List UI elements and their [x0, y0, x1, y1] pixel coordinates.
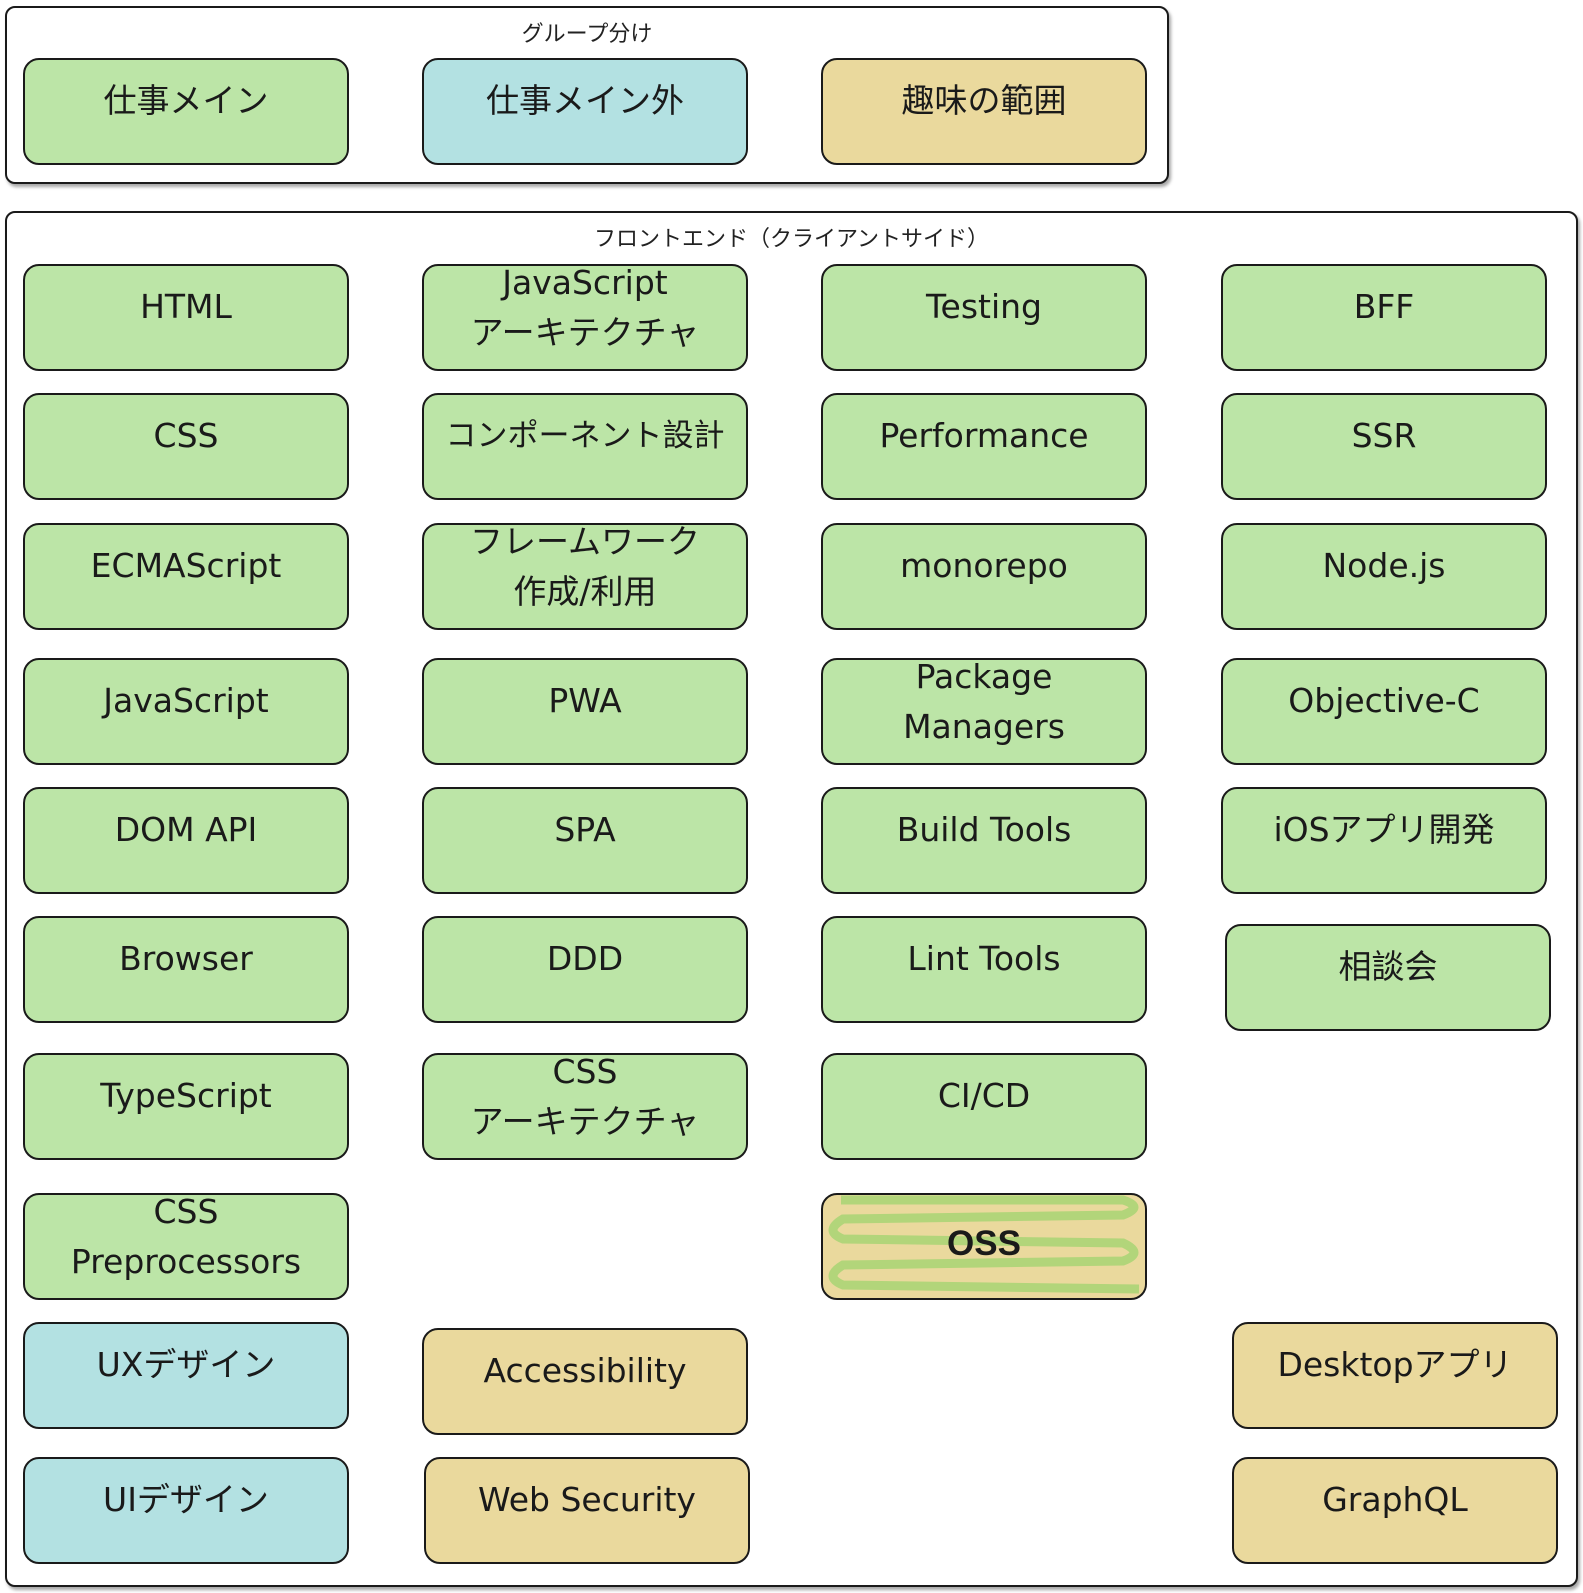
node-accessibility[interactable]: Accessibility	[422, 1328, 748, 1435]
node-label: ECMAScript	[90, 546, 282, 585]
node-ios-app[interactable]: iOSアプリ開発	[1221, 787, 1547, 894]
node-label: Accessibility	[483, 1351, 687, 1390]
legend-title: グループ分け	[521, 22, 653, 47]
node-typescript[interactable]: TypeScript	[23, 1053, 349, 1160]
node-label: コンポーネント設計	[445, 418, 725, 454]
node-build-tools[interactable]: Build Tools	[821, 787, 1147, 894]
node-label: CI/CD	[937, 1076, 1031, 1115]
node-pwa[interactable]: PWA	[422, 658, 748, 765]
node-label: JavaScript	[103, 681, 269, 720]
node-label: OSS	[947, 1224, 1021, 1263]
node-objective-c[interactable]: Objective-C	[1221, 658, 1547, 765]
node-css-architecture[interactable]: CSS アーキテクチャ	[422, 1053, 748, 1160]
node-dom-api[interactable]: DOM API	[23, 787, 349, 894]
node-ddd[interactable]: DDD	[422, 916, 748, 1023]
node-label: GraphQL	[1322, 1480, 1468, 1519]
node-ssr[interactable]: SSR	[1221, 393, 1547, 500]
node-label: PWA	[548, 681, 622, 720]
node-label: monorepo	[900, 546, 1068, 585]
node-css-preprocessors[interactable]: CSS Preprocessors	[23, 1193, 349, 1300]
node-framework[interactable]: フレームワーク 作成/利用	[422, 523, 748, 630]
node-label: Desktopアプリ	[1277, 1345, 1513, 1384]
node-label: CSS Preprocessors	[70, 1193, 302, 1281]
node-label: DDD	[546, 939, 624, 978]
node-javascript[interactable]: JavaScript	[23, 658, 349, 765]
node-label: HTML	[140, 287, 232, 326]
node-lint-tools[interactable]: Lint Tools	[821, 916, 1147, 1023]
node-label: Node.js	[1322, 546, 1446, 585]
node-label: 仕事メイン	[103, 81, 269, 120]
node-label: 相談会	[1338, 947, 1438, 986]
legend-hobby[interactable]: 趣味の範囲	[821, 58, 1147, 165]
node-label: DOM API	[114, 810, 258, 849]
node-spa[interactable]: SPA	[422, 787, 748, 894]
node-label: Lint Tools	[907, 939, 1061, 978]
node-label: UIデザイン	[103, 1480, 269, 1519]
node-label: Objective-C	[1288, 681, 1480, 720]
node-label: 趣味の範囲	[901, 81, 1067, 120]
node-label: Browser	[119, 939, 253, 978]
node-label: iOSアプリ開発	[1273, 810, 1495, 849]
node-graphql[interactable]: GraphQL	[1232, 1457, 1558, 1564]
node-label: Package Managers	[903, 658, 1065, 746]
node-label: フレームワーク 作成/利用	[469, 523, 700, 611]
node-ci-cd[interactable]: CI/CD	[821, 1053, 1147, 1160]
node-package-managers[interactable]: Package Managers	[821, 658, 1147, 765]
node-label: SPA	[554, 810, 616, 849]
node-html[interactable]: HTML	[23, 264, 349, 371]
node-label: 仕事メイン外	[486, 81, 684, 120]
node-desktop-app[interactable]: Desktopアプリ	[1232, 1322, 1558, 1429]
node-performance[interactable]: Performance	[821, 393, 1147, 500]
node-css[interactable]: CSS	[23, 393, 349, 500]
node-label: Build Tools	[896, 810, 1072, 849]
frontend-title: フロントエンド（クライアントサイド）	[593, 227, 990, 252]
node-javascript-architecture[interactable]: JavaScript アーキテクチャ	[422, 264, 748, 371]
node-ux-design[interactable]: UXデザイン	[23, 1322, 349, 1429]
node-monorepo[interactable]: monorepo	[821, 523, 1147, 630]
node-component-design[interactable]: コンポーネント設計	[422, 393, 748, 500]
node-label: UXデザイン	[96, 1345, 276, 1384]
legend-work-main[interactable]: 仕事メイン	[23, 58, 349, 165]
node-bff[interactable]: BFF	[1221, 264, 1547, 371]
node-label: Testing	[925, 287, 1042, 326]
node-oss[interactable]: OSS	[821, 1193, 1147, 1300]
node-nodejs[interactable]: Node.js	[1221, 523, 1547, 630]
node-ecmascript[interactable]: ECMAScript	[23, 523, 349, 630]
node-browser[interactable]: Browser	[23, 916, 349, 1023]
node-web-security[interactable]: Web Security	[424, 1457, 750, 1564]
node-label: Performance	[879, 416, 1089, 455]
node-label: Web Security	[478, 1480, 696, 1519]
node-label: CSS アーキテクチャ	[470, 1053, 700, 1141]
node-label: CSS	[153, 416, 219, 455]
legend-work-other[interactable]: 仕事メイン外	[422, 58, 748, 165]
node-label: SSR	[1351, 416, 1417, 455]
node-ui-design[interactable]: UIデザイン	[23, 1457, 349, 1564]
node-label: JavaScript アーキテクチャ	[470, 264, 700, 352]
node-testing[interactable]: Testing	[821, 264, 1147, 371]
node-label: BFF	[1353, 287, 1415, 326]
node-label: TypeScript	[100, 1076, 272, 1115]
node-consultation[interactable]: 相談会	[1225, 924, 1551, 1031]
